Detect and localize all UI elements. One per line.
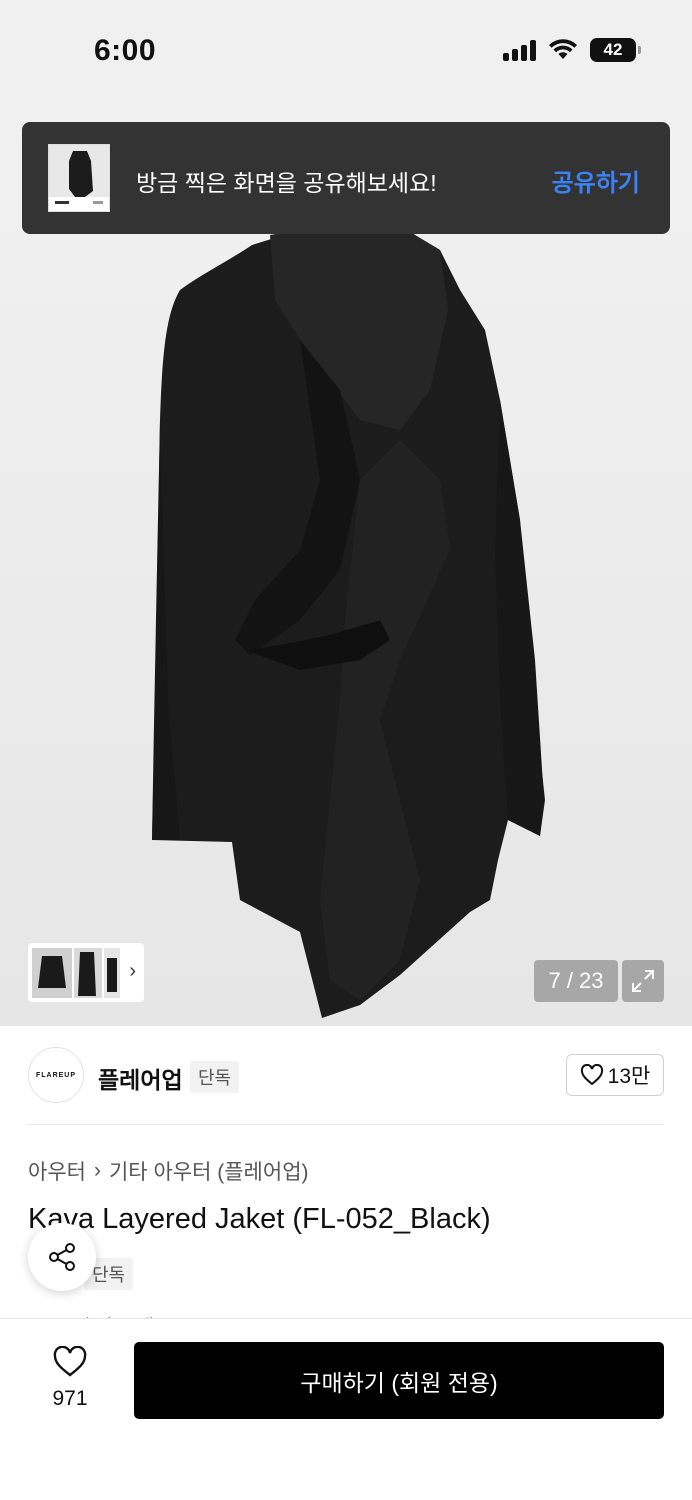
breadcrumb-item-other-outer[interactable]: 기타 아우터 (플레어업) xyxy=(109,1156,309,1186)
status-icons: 42 xyxy=(503,38,641,62)
thumbnail-2[interactable] xyxy=(74,947,102,998)
brand-name[interactable]: 플레어업 xyxy=(98,1061,183,1095)
status-time: 6:00 xyxy=(94,34,157,67)
brand-logo[interactable]: FLAREUP xyxy=(28,1047,84,1103)
product-title: Kava Layered Jaket (FL-052_Black) xyxy=(28,1203,491,1235)
purchase-button[interactable]: 구매하기 (회원 전용) xyxy=(134,1342,664,1419)
wishlist-button[interactable]: 971 xyxy=(36,1345,104,1411)
thumbnail-1[interactable] xyxy=(32,947,72,998)
heart-icon xyxy=(580,1064,603,1086)
share-toast: 방금 찍은 화면을 공유해보세요! 공유하기 xyxy=(22,122,670,234)
expand-button[interactable] xyxy=(622,960,664,1002)
toast-message: 방금 찍은 화면을 공유해보세요! xyxy=(136,170,437,196)
product-image[interactable] xyxy=(0,100,692,1026)
expand-icon xyxy=(632,970,654,992)
jacket-photo xyxy=(152,230,545,1018)
image-thumbnail-strip[interactable]: › xyxy=(28,943,144,1002)
status-bar: 6:00 42 xyxy=(0,0,692,100)
cellular-signal-icon xyxy=(503,39,536,61)
brand-like-button[interactable]: 13만 xyxy=(566,1054,664,1096)
share-button[interactable] xyxy=(28,1223,96,1291)
heart-icon xyxy=(53,1345,87,1377)
image-counter: 7 / 23 xyxy=(534,960,618,1002)
breadcrumb-separator-icon: › xyxy=(93,1159,101,1182)
divider xyxy=(28,1124,664,1125)
share-now-button[interactable]: 공유하기 xyxy=(552,163,640,198)
breadcrumb: 아우터 › 기타 아우터 (플레어업) xyxy=(28,1156,309,1186)
breadcrumb-item-outer[interactable]: 아우터 xyxy=(28,1156,86,1186)
wifi-icon xyxy=(549,39,577,59)
brand-like-count: 13만 xyxy=(607,1065,651,1088)
wishlist-count: 971 xyxy=(52,1387,88,1410)
screenshot-thumbnail[interactable] xyxy=(48,144,110,212)
exclusive-badge: 단독 xyxy=(190,1061,240,1093)
battery-icon: 42 xyxy=(590,38,641,62)
chevron-right-icon: › xyxy=(129,960,136,982)
share-icon xyxy=(49,1243,75,1271)
thumbnail-3[interactable] xyxy=(104,947,120,998)
